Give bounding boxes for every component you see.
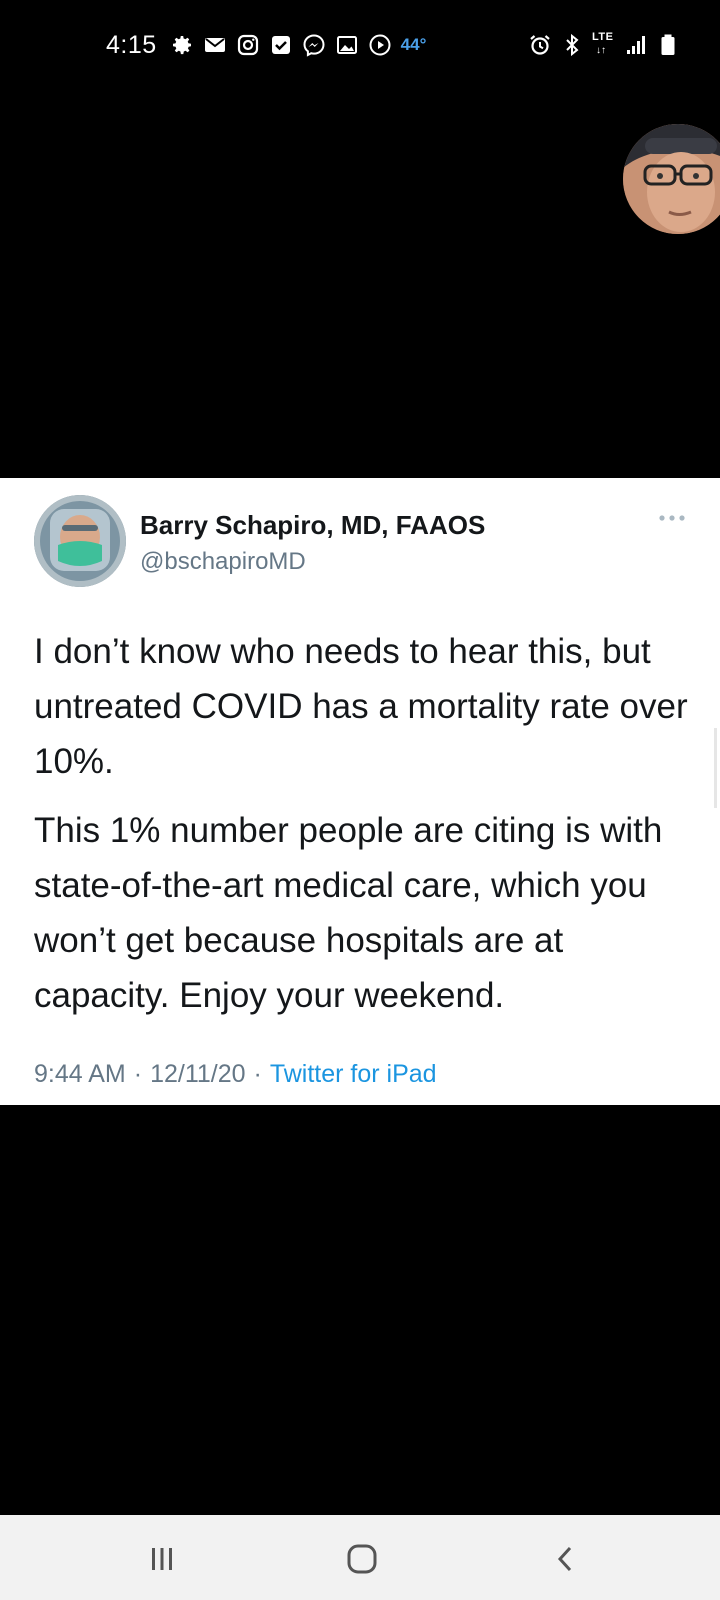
alarm-icon: [528, 33, 552, 57]
tweet-date: 12/11/20: [150, 1060, 246, 1088]
user-handle[interactable]: @bschapiroMD: [140, 548, 306, 576]
meta-separator: ·: [133, 1060, 143, 1088]
status-bar: 4:15 44° LTE ↓↑: [0, 0, 720, 90]
battery-icon: [656, 33, 680, 57]
signal-icon: [624, 33, 648, 57]
display-name[interactable]: Barry Schapiro, MD, FAAOS: [140, 510, 485, 541]
status-bar-right: LTE ↓↑: [528, 30, 680, 60]
checkbox-icon: [269, 33, 293, 57]
tweet-card[interactable]: Barry Schapiro, MD, FAAOS @bschapiroMD I…: [0, 478, 720, 1105]
scroll-indicator: [714, 728, 717, 808]
temperature-label: 44°: [400, 35, 427, 54]
gallery-icon: [335, 33, 359, 57]
back-icon: [551, 1544, 581, 1574]
phone-screen: 4:15 44° LTE ↓↑ Barry Schapiro, MD, FAAO…: [0, 0, 720, 1600]
settings-icon: [170, 33, 194, 57]
home-icon: [345, 1542, 379, 1576]
tweet-time: 9:44 AM: [34, 1060, 126, 1088]
tweet-body: I don’t know who needs to hear this, but…: [34, 624, 694, 1037]
bluetooth-icon: [560, 33, 584, 57]
navigation-bar: [0, 1515, 720, 1600]
tweet-paragraph: I don’t know who needs to hear this, but…: [34, 632, 688, 781]
meta-separator: ·: [253, 1060, 262, 1088]
recent-apps-button[interactable]: [138, 1535, 186, 1583]
messenger-icon: [302, 33, 326, 57]
home-button[interactable]: [338, 1535, 386, 1583]
instagram-icon: [236, 33, 260, 57]
gmail-icon: [203, 33, 227, 57]
avatar[interactable]: [34, 495, 126, 587]
more-options-icon[interactable]: [657, 511, 687, 523]
media-play-icon: [368, 33, 392, 57]
status-bar-left: 4:15 44°: [106, 28, 426, 62]
tweet-metadata: 9:44 AM · 12/11/20 · Twitter for iPad: [34, 1060, 437, 1089]
tweet-source-link[interactable]: Twitter for iPad: [270, 1060, 437, 1089]
lte-icon: LTE ↓↑: [592, 31, 614, 56]
recent-apps-icon: [147, 1544, 177, 1574]
status-time: 4:15: [106, 30, 157, 59]
back-button[interactable]: [542, 1535, 590, 1583]
tweet-paragraph: This 1% number people are citing is with…: [34, 811, 663, 1015]
video-call-bubble[interactable]: [623, 124, 720, 234]
